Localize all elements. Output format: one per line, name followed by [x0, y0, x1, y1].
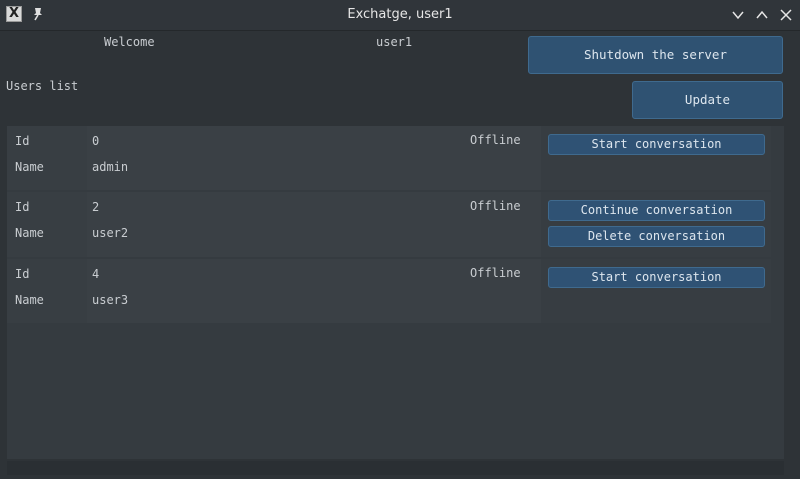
window-titlebar[interactable]: X Exchatge, user1 [0, 0, 800, 31]
continue-conversation-button[interactable]: Continue conversation [548, 200, 765, 221]
users-list-label: Users list [6, 79, 79, 93]
main-panel: Welcome user1 Shutdown the server Users … [0, 31, 800, 479]
user-id-value: 2 [92, 200, 100, 214]
user-name-value: admin [92, 160, 129, 174]
list-footer [7, 461, 784, 475]
start-conversation-button[interactable]: Start conversation [548, 267, 765, 288]
start-conversation-button[interactable]: Start conversation [548, 134, 765, 155]
user-row: Id 0 Name admin Offline Start conversati… [7, 126, 771, 190]
maximize-icon[interactable] [755, 8, 769, 22]
window-title: Exchatge, user1 [347, 7, 453, 22]
minimize-icon[interactable] [731, 8, 745, 22]
user-row: Id 4 Name user3 Offline Start conversati… [7, 259, 771, 323]
users-list[interactable]: Id 0 Name admin Offline Start conversati… [7, 126, 784, 459]
user-id-value: 0 [92, 134, 100, 148]
name-label: Name [15, 160, 44, 174]
update-button[interactable]: Update [632, 81, 783, 119]
delete-conversation-button[interactable]: Delete conversation [548, 226, 765, 247]
id-label: Id [15, 200, 30, 214]
close-icon[interactable] [779, 8, 793, 22]
shutdown-server-button[interactable]: Shutdown the server [528, 36, 783, 74]
user-name-value: user3 [92, 293, 129, 307]
welcome-label: Welcome [104, 35, 155, 49]
user-name-value: user2 [92, 226, 129, 240]
username-label: user1 [376, 35, 413, 49]
user-row: Id 2 Name user2 Offline Continue convers… [7, 192, 771, 257]
id-label: Id [15, 134, 30, 148]
name-label: Name [15, 226, 44, 240]
status-badge: Offline [470, 266, 521, 280]
name-label: Name [15, 293, 44, 307]
status-badge: Offline [470, 133, 521, 147]
id-label: Id [15, 267, 30, 281]
status-badge: Offline [470, 199, 521, 213]
user-id-value: 4 [92, 267, 100, 281]
